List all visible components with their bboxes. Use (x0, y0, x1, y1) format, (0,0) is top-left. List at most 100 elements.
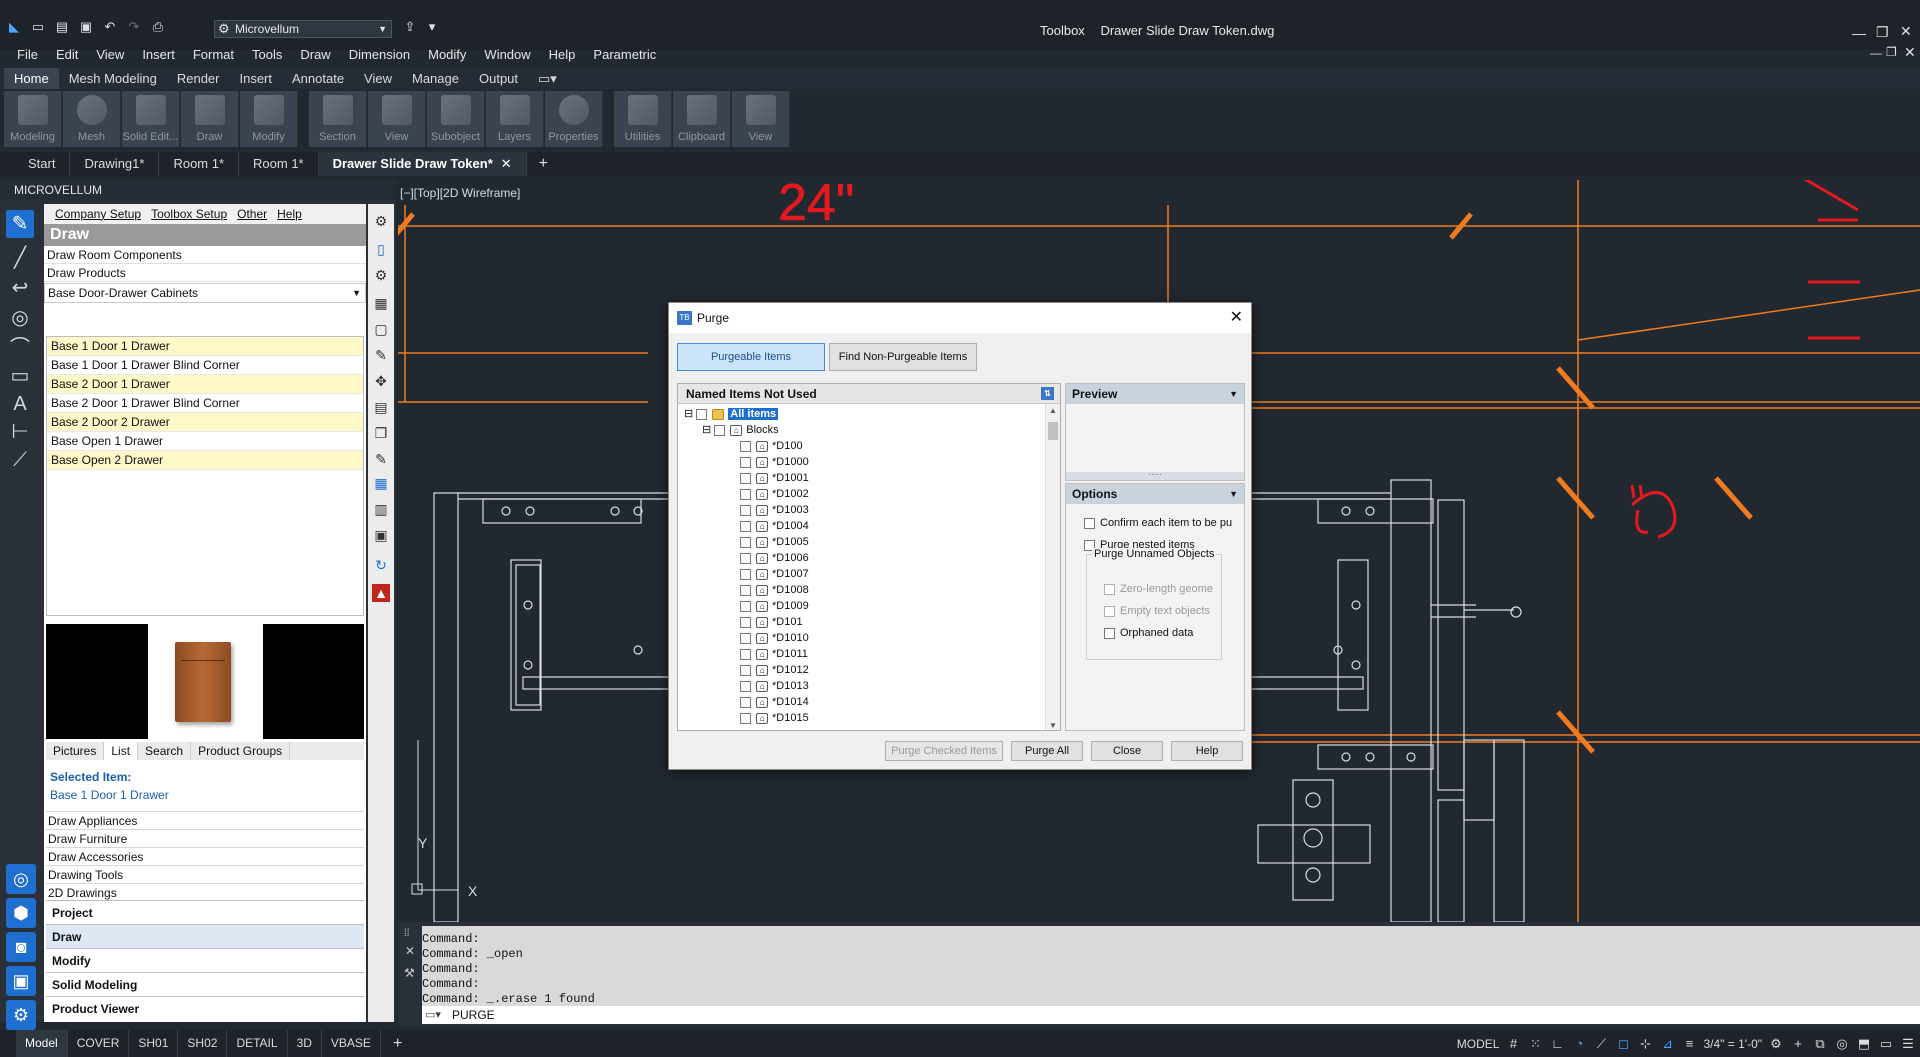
tree-item[interactable]: ⌂ *D1006 (740, 550, 809, 566)
view-icon[interactable]: ▣ (372, 526, 390, 544)
tab-list[interactable]: List (104, 742, 139, 760)
measure-icon[interactable]: ⟋ (6, 446, 34, 474)
polyline-icon[interactable]: ↩ (6, 274, 34, 302)
ribbon-solid-edit[interactable]: Solid Edit... (122, 91, 180, 147)
tab-search[interactable]: Search (138, 742, 192, 760)
scroll-down-icon[interactable]: ▼ (1049, 721, 1057, 730)
product-category-select[interactable]: Base Door-Drawer Cabinets ▼ (44, 283, 366, 303)
units-icon[interactable]: ⧉ (1812, 1036, 1828, 1052)
sort-icon[interactable]: ⇅ (1041, 387, 1054, 400)
tree-item[interactable]: ⌂ *D1009 (740, 598, 809, 614)
undo-icon[interactable]: ↶ (102, 20, 118, 34)
scroll-up-icon[interactable]: ▲ (1049, 406, 1057, 415)
doc-tab-start[interactable]: Start (14, 152, 71, 176)
group-project[interactable]: Project (46, 900, 364, 924)
doc-minimize-icon[interactable]: — (1870, 46, 1882, 60)
category-drawing-tools[interactable]: Drawing Tools (46, 865, 364, 883)
scroll-thumb[interactable] (1048, 422, 1058, 440)
ribbon-clipboard[interactable]: Clipboard (673, 91, 731, 147)
ribbon-tab-render[interactable]: Render (167, 68, 230, 89)
tree-item[interactable]: ⌂ *D1002 (740, 486, 809, 502)
menu-toolbox-setup[interactable]: Toolbox Setup (146, 207, 232, 221)
group-modify[interactable]: Modify (46, 948, 364, 972)
checkbox[interactable] (740, 680, 751, 692)
ribbon-tab-home[interactable]: Home (4, 68, 59, 89)
layout-tab-model[interactable]: Model (16, 1030, 68, 1057)
tab-pictures[interactable]: Pictures (46, 742, 105, 760)
osnap-icon[interactable]: ◻ (1615, 1036, 1631, 1052)
cabinet-icon[interactable]: ▥ (372, 500, 390, 518)
save-icon[interactable]: ▣ (78, 20, 94, 34)
ribbon-layers[interactable]: Layers (486, 91, 544, 147)
draw-products[interactable]: Draw Products (44, 264, 366, 282)
close-button[interactable]: Close (1091, 741, 1163, 761)
menu-parametric[interactable]: Parametric (584, 45, 665, 65)
checkbox[interactable] (740, 712, 751, 724)
add-layout-icon[interactable]: + (381, 1035, 414, 1053)
customize-status-icon[interactable]: ☰ (1900, 1036, 1916, 1052)
tree-item[interactable]: ⌂ *D1015 (740, 710, 809, 726)
layout-tab-vbase[interactable]: VBASE (322, 1030, 381, 1057)
checkbox[interactable] (740, 472, 751, 484)
arc-icon[interactable]: ⌒ (6, 334, 34, 362)
list-item[interactable]: Base Open 2 Drawer (47, 451, 363, 470)
checkbox[interactable] (714, 424, 726, 436)
checkbox[interactable] (740, 664, 751, 676)
layout-tab-cover[interactable]: COVER (68, 1030, 130, 1057)
menu-tools[interactable]: Tools (243, 45, 291, 65)
close-icon[interactable]: ✕ (1900, 23, 1912, 40)
checkbox[interactable] (740, 648, 751, 660)
tree-item[interactable]: ⌂ *D1004 (740, 518, 809, 534)
isolate-icon[interactable]: ◎ (1834, 1036, 1850, 1052)
close-tab-icon[interactable]: ✕ (501, 156, 512, 171)
camera-icon[interactable]: ◙ (6, 932, 36, 962)
tree-item[interactable]: ⌂ *D1007 (740, 566, 809, 582)
preview-header[interactable]: Preview ▼ (1066, 384, 1244, 404)
purge-checked-button[interactable]: Purge Checked Items (885, 741, 1003, 761)
checkbox[interactable] (740, 632, 751, 644)
tree-item[interactable]: ⌂ *D1011 (740, 646, 808, 662)
restore-icon[interactable]: ❐ (1876, 24, 1889, 41)
tree-item[interactable]: ⌂ *D1008 (740, 582, 809, 598)
dynamic-input-icon[interactable]: ⊿ (1659, 1036, 1675, 1052)
ribbon-properties[interactable]: Properties (545, 91, 603, 147)
splitter-grip[interactable]: ····· (1066, 471, 1244, 480)
checkbox[interactable] (1104, 627, 1115, 639)
checkbox[interactable] (740, 584, 751, 596)
layout-tab-sh02[interactable]: SH02 (178, 1030, 228, 1057)
new-file-icon[interactable]: ▭ (30, 20, 46, 34)
close-icon[interactable]: ✕ (1230, 303, 1243, 333)
tree-scrollbar[interactable]: ▲ ▼ (1045, 404, 1060, 730)
tab-product-groups[interactable]: Product Groups (191, 742, 291, 760)
pdf-icon[interactable]: ▲ (372, 584, 390, 602)
ribbon-subobject[interactable]: Subobject (427, 91, 485, 147)
tab-find-non-purgeable[interactable]: Find Non-Purgeable Items (829, 343, 977, 371)
checkbox[interactable] (740, 504, 751, 516)
ortho-icon[interactable]: ∟ (1549, 1036, 1565, 1052)
menu-dimension[interactable]: Dimension (340, 45, 419, 65)
draw-room-components[interactable]: Draw Room Components (44, 246, 366, 264)
refresh-icon[interactable]: ↻ (372, 556, 390, 574)
menu-modify[interactable]: Modify (419, 45, 475, 65)
option-confirm[interactable]: Confirm each item to be pu (1084, 516, 1232, 530)
list-item[interactable]: Base 2 Door 2 Drawer (47, 413, 363, 432)
print-icon[interactable]: ⎙ (150, 20, 166, 34)
checkbox[interactable] (740, 456, 751, 468)
viewport-label[interactable]: [−][Top][2D Wireframe] (400, 186, 520, 200)
layout-tab-3d[interactable]: 3D (288, 1030, 322, 1057)
help-button[interactable]: Help (1171, 741, 1243, 761)
tree-item[interactable]: ⌂ *D1013 (740, 678, 809, 694)
tree-root[interactable]: ⊟ All items (684, 406, 779, 422)
tree-blocks[interactable]: ⊟ ⌂ Blocks (702, 422, 779, 438)
workspace-gear-icon[interactable]: ⚙ (1768, 1036, 1784, 1052)
close-icon[interactable]: ✕ (405, 944, 415, 958)
group-product-viewer[interactable]: Product Viewer (46, 996, 364, 1020)
redo-icon[interactable]: ↷ (126, 20, 142, 34)
options-header[interactable]: Options ▼ (1066, 484, 1244, 504)
tab-purgeable-items[interactable]: Purgeable Items (677, 343, 825, 371)
ribbon-modeling[interactable]: Modeling (4, 91, 62, 147)
spiral-icon[interactable]: ◎ (6, 864, 36, 894)
dimension-icon[interactable]: ⊢ (6, 418, 34, 446)
checkbox[interactable] (696, 408, 708, 420)
line-icon[interactable]: ╱ (6, 244, 34, 272)
